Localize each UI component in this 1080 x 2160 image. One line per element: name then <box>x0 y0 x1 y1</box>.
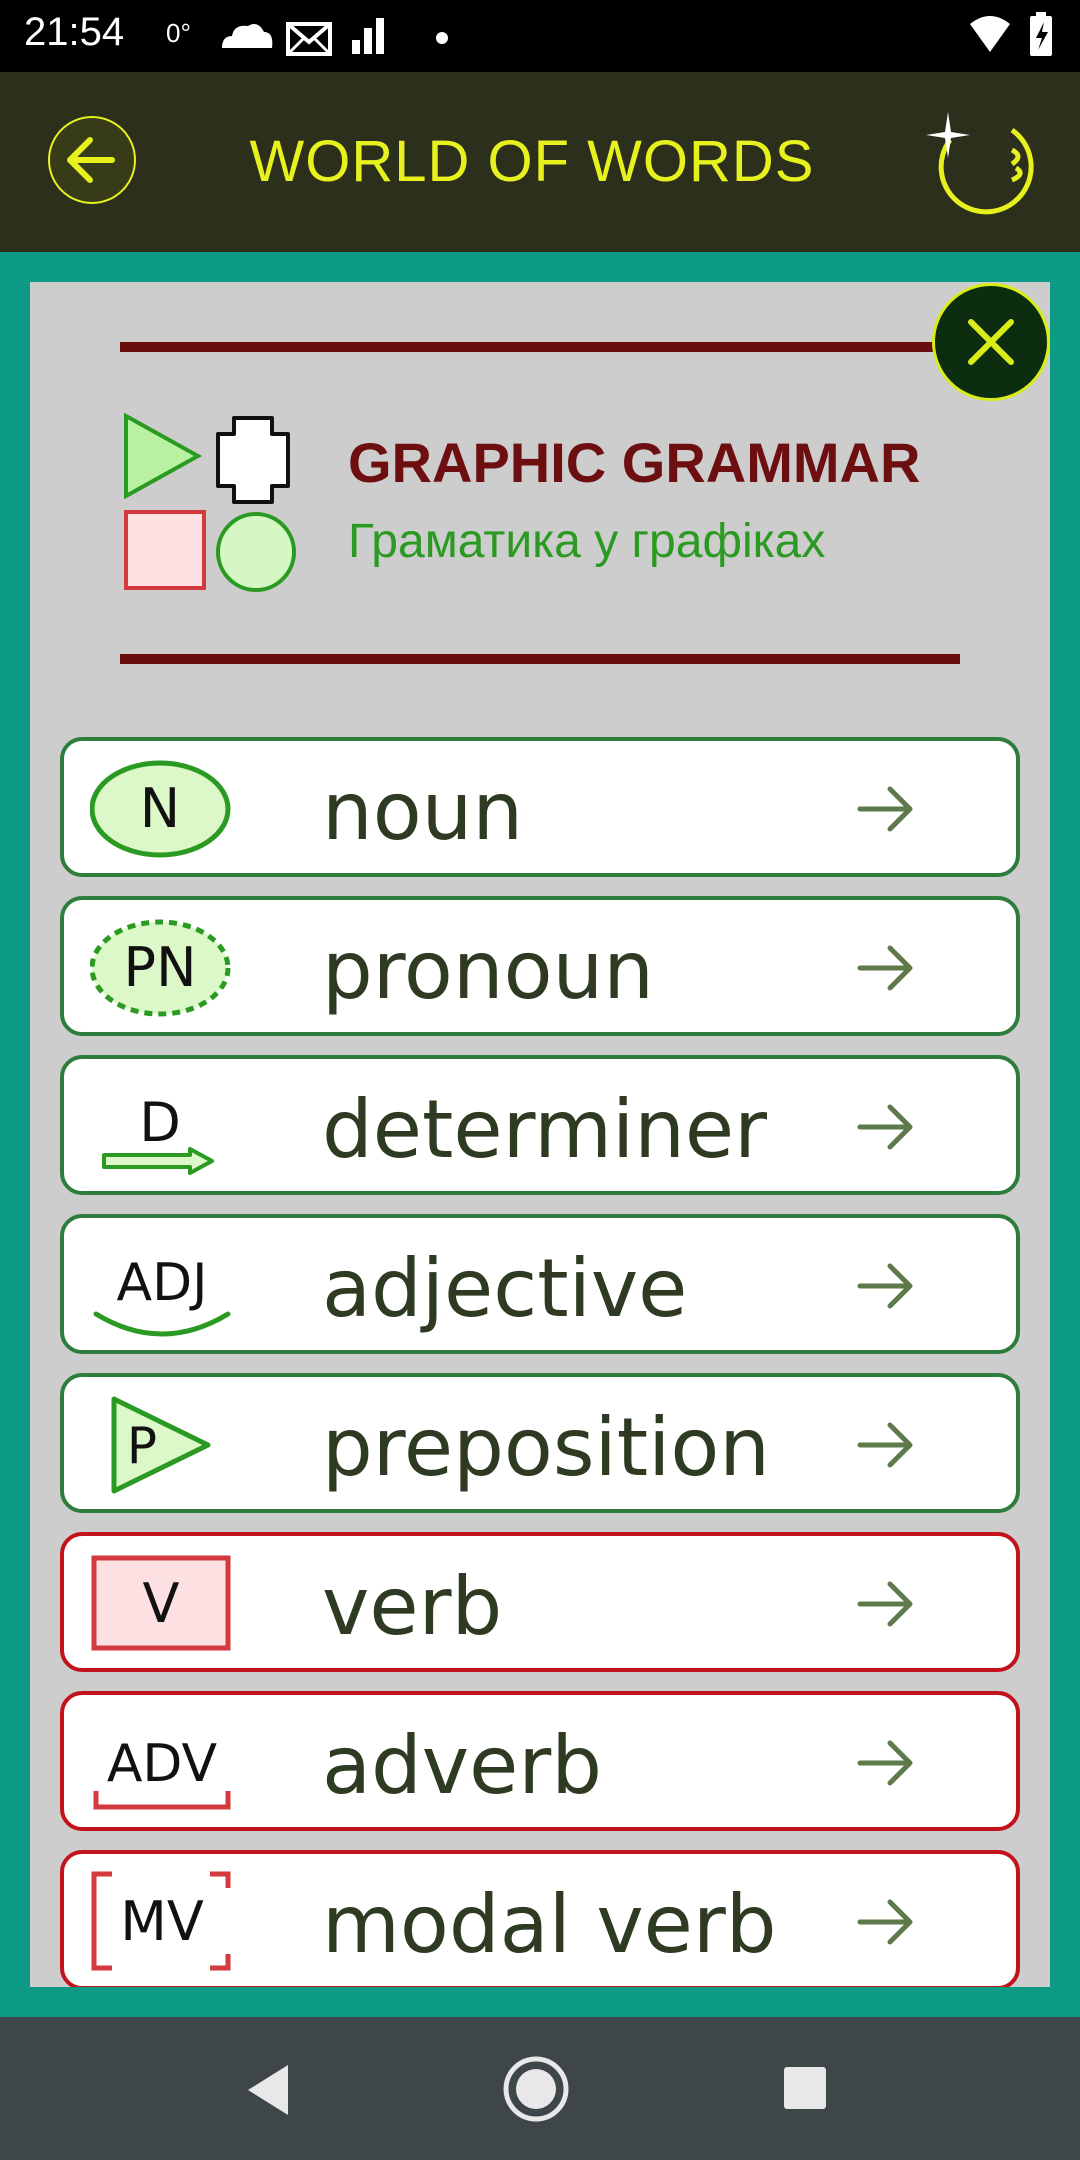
home-circle-icon[interactable] <box>502 2055 570 2123</box>
list-item-label: noun <box>322 765 524 858</box>
adverb-symbol-icon: ADV <box>93 1734 231 1810</box>
list-item-determiner[interactable]: D determiner <box>60 1055 1020 1195</box>
close-button[interactable] <box>932 283 1050 401</box>
arrow-right-icon <box>857 945 913 991</box>
list-item-label: determiner <box>322 1083 768 1176</box>
close-icon <box>968 319 1014 365</box>
svg-text:V: V <box>143 1572 180 1635</box>
svg-text:D: D <box>139 1091 181 1154</box>
svg-text:ADV: ADV <box>107 1734 218 1794</box>
modal-verb-symbol-icon: MV <box>91 1871 231 1971</box>
battery-charging-icon <box>1030 12 1052 56</box>
recents-square-icon[interactable] <box>782 2065 828 2111</box>
cloud-icon <box>222 24 273 48</box>
arrow-right-icon <box>857 786 913 832</box>
list-item-verb[interactable]: V verb <box>60 1532 1020 1672</box>
svg-text:P: P <box>127 1417 157 1475</box>
sparkle-logo-icon[interactable] <box>920 110 1040 216</box>
list-item-label: adjective <box>322 1242 688 1335</box>
arrow-right-icon <box>857 1104 913 1150</box>
panel-title: GRAPHIC GRAMMAR <box>348 431 921 494</box>
status-icons-left <box>222 18 448 56</box>
status-icons-right <box>970 12 1052 56</box>
svg-text:MV: MV <box>120 1890 204 1953</box>
arrow-right-icon <box>857 1581 913 1627</box>
app-bar: WORLD OF WORDS <box>0 72 1080 252</box>
divider-top <box>120 342 960 352</box>
arrow-right-icon <box>857 1422 913 1468</box>
verb-symbol-icon: V <box>91 1555 231 1651</box>
grammar-panel: GRAPHIC GRAMMAR Граматика у графіках N n… <box>30 282 1050 1987</box>
arrow-right-icon <box>857 1899 913 1945</box>
pronoun-symbol-icon: PN <box>90 919 231 1017</box>
list-item-label: pronoun <box>322 924 654 1017</box>
status-temperature: 0° <box>166 18 191 48</box>
svg-text:PN: PN <box>124 936 197 999</box>
panel-subtitle: Граматика у графіках <box>348 515 826 568</box>
list-item-preposition[interactable]: P preposition <box>60 1373 1020 1513</box>
adjective-symbol-icon: ADJ <box>93 1253 231 1337</box>
back-triangle-icon[interactable] <box>244 2063 294 2117</box>
list-item-noun[interactable]: N noun <box>60 737 1020 877</box>
dot-icon <box>436 32 448 44</box>
arrow-right-icon <box>857 1263 913 1309</box>
svg-text:ADJ: ADJ <box>117 1253 208 1313</box>
system-nav-bar <box>0 2017 1080 2160</box>
list-item-label: modal verb <box>322 1878 777 1971</box>
divider-bottom <box>120 654 960 664</box>
arrow-right-icon <box>857 1740 913 1786</box>
list-item-modal-verb[interactable]: MV modal verb <box>60 1850 1020 1987</box>
svg-text:N: N <box>140 777 180 840</box>
signal-bars-icon <box>352 18 384 54</box>
noun-symbol-icon: N <box>90 760 231 858</box>
wifi-icon <box>970 16 1010 52</box>
list-item-adjective[interactable]: ADJ adjective <box>60 1214 1020 1354</box>
app-title: WORLD OF WORDS <box>249 129 815 194</box>
graphic-grammar-icon <box>124 412 296 592</box>
list-item-adverb[interactable]: ADV adverb <box>60 1691 1020 1831</box>
list-item-label: verb <box>322 1560 503 1653</box>
status-time: 21:54 <box>24 10 125 54</box>
mail-icon <box>286 22 332 56</box>
content-frame: GRAPHIC GRAMMAR Граматика у графіках N n… <box>0 252 1080 2017</box>
determiner-symbol-icon: D <box>102 1091 214 1175</box>
list-item-pronoun[interactable]: PN pronoun <box>60 896 1020 1036</box>
list-item-label: preposition <box>322 1401 771 1494</box>
preposition-symbol-icon: P <box>111 1396 211 1494</box>
status-bar: 21:54 0° <box>0 0 1080 72</box>
list-item-label: adverb <box>322 1719 603 1812</box>
